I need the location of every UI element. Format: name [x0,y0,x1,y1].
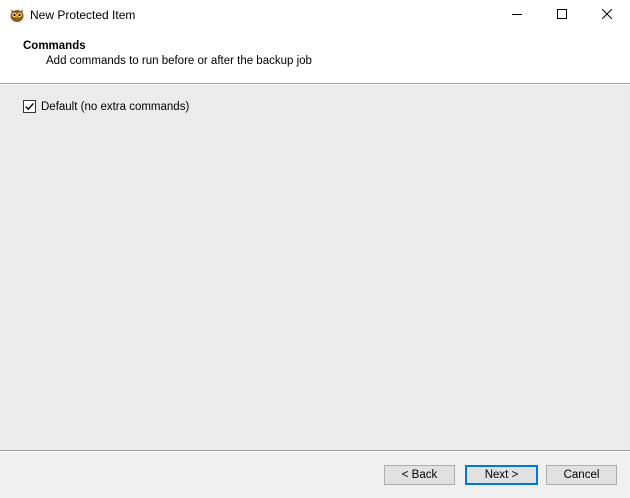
next-button[interactable]: Next > [465,465,538,485]
page-title: Commands [23,40,86,52]
wizard-content: Default (no extra commands) [0,85,630,450]
maximize-icon [557,8,567,22]
wizard-header: Commands Add commands to run before or a… [0,30,630,83]
close-button[interactable] [584,0,630,30]
cancel-button[interactable]: Cancel [546,465,617,485]
owl-icon [9,7,25,23]
minimize-button[interactable] [494,0,540,30]
maximize-button[interactable] [539,0,585,30]
wizard-window: New Protected Item Commands Add commands… [0,0,630,498]
default-commands-option[interactable]: Default (no extra commands) [23,100,189,113]
default-commands-checkbox[interactable] [23,100,36,113]
checkmark-icon [25,102,34,111]
title-bar[interactable]: New Protected Item [0,0,630,30]
back-button[interactable]: < Back [384,465,455,485]
page-subtitle: Add commands to run before or after the … [46,55,312,67]
default-commands-label: Default (no extra commands) [41,100,190,113]
window-title: New Protected Item [30,8,136,22]
wizard-footer: < Back Next > Cancel [0,452,630,498]
minimize-icon [512,8,522,22]
close-icon [601,8,613,22]
